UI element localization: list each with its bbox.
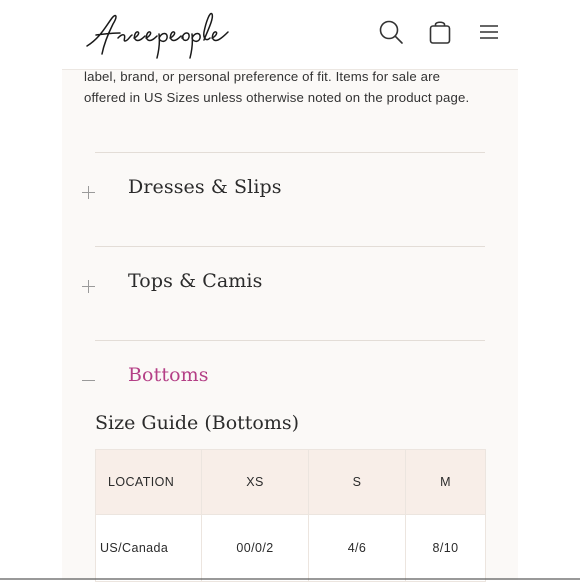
size-guide-title: Size Guide (Bottoms) [95, 412, 300, 434]
search-icon[interactable] [377, 18, 405, 46]
site-header [62, 0, 518, 70]
table-cell: 4/6 [308, 514, 406, 582]
accordion-tops-camis[interactable]: Tops & Camis [128, 270, 262, 292]
col-header-location: LOCATION [95, 449, 202, 515]
table-cell: 00/0/2 [201, 514, 309, 582]
divider [95, 246, 485, 247]
plus-icon[interactable] [81, 279, 96, 294]
plus-icon[interactable] [81, 185, 96, 200]
size-guide-table: LOCATION XS S M US/Canada 00/0/2 4/6 8/1… [95, 449, 486, 582]
table-cell: 8/10 [405, 514, 486, 582]
minus-icon[interactable] [81, 373, 96, 388]
divider [95, 152, 485, 153]
table-header-row: LOCATION XS S M [95, 449, 486, 515]
col-header-m: M [405, 449, 486, 515]
size-intro-text: label, brand, or personal preference of … [84, 66, 504, 108]
shopping-bag-icon[interactable] [426, 18, 454, 46]
table-cell: US/Canada [95, 514, 202, 582]
accordion-bottoms[interactable]: Bottoms [128, 364, 209, 386]
divider [95, 340, 485, 341]
intro-line-2: offered in US Sizes unless otherwise not… [84, 90, 470, 105]
accordion-dresses-slips[interactable]: Dresses & Slips [128, 176, 282, 198]
col-header-xs: XS [201, 449, 309, 515]
col-header-s: S [308, 449, 406, 515]
hamburger-menu-icon[interactable] [476, 18, 504, 46]
free-people-logo[interactable] [82, 8, 282, 60]
table-row: US/Canada 00/0/2 4/6 8/10 [95, 514, 486, 582]
